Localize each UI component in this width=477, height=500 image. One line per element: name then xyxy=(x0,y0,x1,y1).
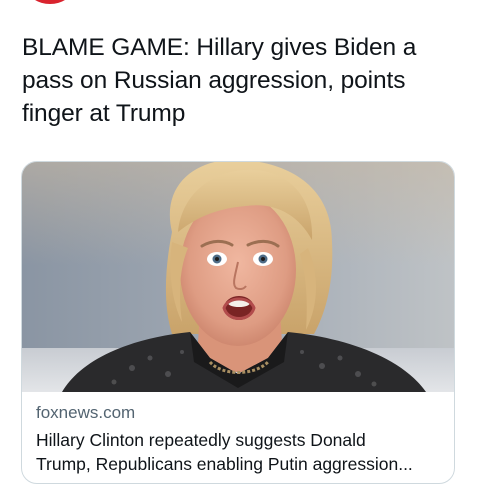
tweet-text: BLAME GAME: Hillary gives Biden a pass o… xyxy=(22,34,417,127)
card-meta[interactable]: foxnews.com Hillary Clinton repeatedly s… xyxy=(36,402,442,476)
avatar[interactable] xyxy=(28,0,72,4)
link-preview-card[interactable]: foxnews.com Hillary Clinton repeatedly s… xyxy=(21,161,455,484)
card-title-line: Hillary Clinton repeatedly suggests Dona… xyxy=(36,430,366,450)
card-title: Hillary Clinton repeatedly suggests Dona… xyxy=(36,428,442,476)
card-image[interactable] xyxy=(22,162,455,392)
card-domain: foxnews.com xyxy=(36,403,136,422)
card-title-line: Trump, Republicans enabling Putin aggres… xyxy=(36,454,413,474)
